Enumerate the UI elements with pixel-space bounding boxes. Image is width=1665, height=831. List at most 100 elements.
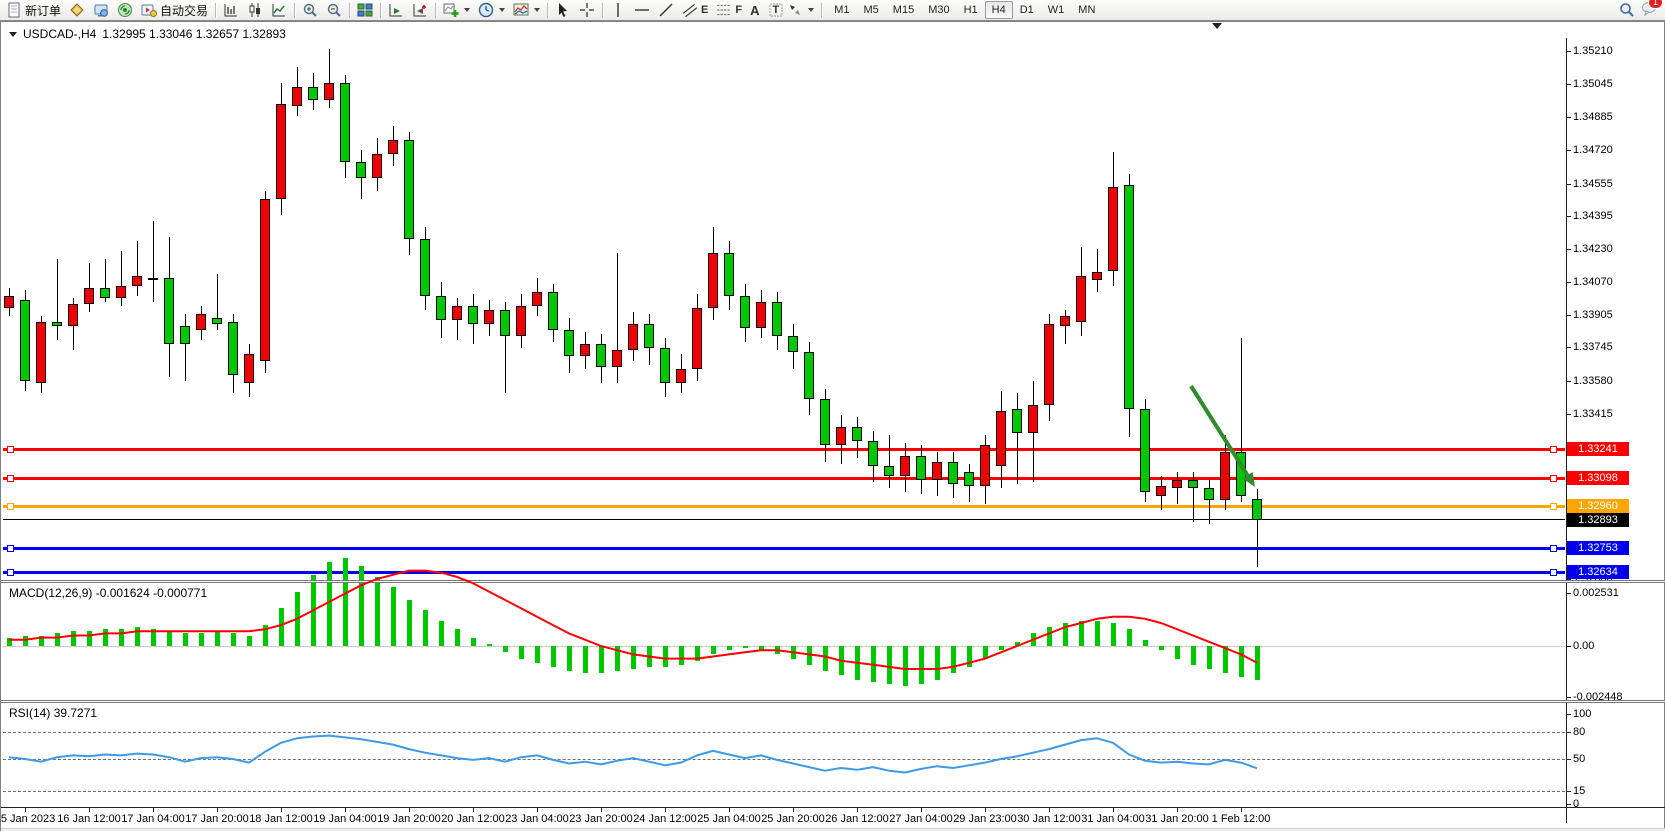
horizontal-line-object[interactable] xyxy=(3,519,1565,520)
candle-body xyxy=(404,140,414,239)
macd-histogram-bar xyxy=(7,638,12,646)
rsi-axis-label: 0 xyxy=(1573,798,1579,810)
line-endpoint-marker[interactable] xyxy=(1550,503,1557,510)
line-chart-button[interactable] xyxy=(267,1,291,20)
timeframe-button-m1[interactable]: M1 xyxy=(827,1,856,19)
price-axis-label: 1.34070 xyxy=(1573,276,1613,288)
main-toolbar: 新订单 自动交易 xyxy=(0,0,1665,21)
candle-body xyxy=(756,302,766,328)
candle-body xyxy=(788,336,798,352)
timeframe-button-m5[interactable]: M5 xyxy=(857,1,886,19)
macd-histogram-bar xyxy=(679,646,684,665)
price-axis-label: 1.34230 xyxy=(1573,243,1613,255)
market-watch-button[interactable] xyxy=(65,1,89,20)
macd-histogram-bar xyxy=(471,638,476,646)
horizontal-line-object[interactable] xyxy=(3,505,1565,508)
fibonacci-button[interactable]: F xyxy=(712,1,746,20)
toolbar-separator xyxy=(821,3,822,18)
macd-histogram-bar xyxy=(215,631,220,646)
macd-histogram-bar xyxy=(903,646,908,686)
line-endpoint-marker[interactable] xyxy=(1550,569,1557,576)
bar-chart-button[interactable] xyxy=(219,1,243,20)
timeframe-button-mn[interactable]: MN xyxy=(1071,1,1102,19)
time-axis-label: 24 Jan 12:00 xyxy=(633,813,697,825)
chart-panes[interactable]: 1.352101.350451.348851.347201.345551.343… xyxy=(1,22,1664,830)
signals-button[interactable] xyxy=(113,1,137,20)
new-order-button[interactable]: 新订单 xyxy=(2,1,65,20)
tile-windows-icon xyxy=(357,2,373,18)
crosshair-button[interactable] xyxy=(575,1,599,20)
rsi-label: RSI(14) 39.7271 xyxy=(9,706,97,720)
timeframe-button-h4[interactable]: H4 xyxy=(985,1,1013,19)
horizontal-line-object[interactable] xyxy=(3,547,1565,550)
line-endpoint-marker[interactable] xyxy=(7,545,14,552)
toolbar-separator xyxy=(547,3,548,18)
horizontal-line-object[interactable] xyxy=(3,448,1565,451)
chevron-down-icon xyxy=(534,8,540,12)
periods-button[interactable] xyxy=(474,1,509,20)
mt4-terminal: 新订单 自动交易 xyxy=(0,0,1665,831)
horizontal-line-button[interactable] xyxy=(630,1,654,20)
candle-body xyxy=(772,302,782,336)
timeframe-button-d1[interactable]: D1 xyxy=(1013,1,1041,19)
chart-window[interactable]: USDCAD-,H4 1.32995 1.33046 1.32657 1.328… xyxy=(0,21,1665,831)
candle-body xyxy=(644,324,654,348)
candlestick-chart-button[interactable] xyxy=(243,1,267,20)
timeframe-button-w1[interactable]: W1 xyxy=(1041,1,1072,19)
rsi-pane-separator[interactable] xyxy=(1,700,1665,703)
horizontal-line-object[interactable] xyxy=(3,477,1565,480)
time-axis-label: 19 Jan 20:00 xyxy=(377,813,441,825)
price-axis-label: 1.34555 xyxy=(1573,178,1613,190)
vertical-line-button[interactable] xyxy=(606,1,630,20)
macd-histogram-bar xyxy=(199,633,204,646)
expert-advisors-button[interactable] xyxy=(89,1,113,20)
macd-histogram-bar xyxy=(551,646,556,667)
toolbar-separator xyxy=(435,3,436,18)
timeframe-button-h1[interactable]: H1 xyxy=(957,1,985,19)
price-axis-label: 1.33905 xyxy=(1573,309,1613,321)
candle-body xyxy=(228,322,238,375)
macd-pane-separator[interactable] xyxy=(1,580,1665,583)
time-axis-label: 15 Jan 2023 xyxy=(0,813,55,825)
trendline-icon xyxy=(658,2,674,18)
search-icon[interactable] xyxy=(1619,2,1635,18)
zoom-in-button[interactable] xyxy=(298,1,322,20)
candle-body xyxy=(260,199,270,361)
chevron-down-icon xyxy=(499,8,505,12)
timeframe-button-m15[interactable]: M15 xyxy=(886,1,921,19)
line-endpoint-marker[interactable] xyxy=(7,475,14,482)
templates-button[interactable] xyxy=(509,1,544,20)
chart-shift-button[interactable] xyxy=(408,1,432,20)
macd-histogram-bar xyxy=(951,646,956,673)
macd-name: MACD(12,26,9) xyxy=(9,586,92,600)
line-endpoint-marker[interactable] xyxy=(1550,475,1557,482)
line-endpoint-marker[interactable] xyxy=(7,503,14,510)
vertical-line-icon xyxy=(610,2,626,18)
equidistant-channel-button[interactable]: E xyxy=(678,1,712,20)
indicators-button[interactable] xyxy=(439,1,474,20)
line-endpoint-marker[interactable] xyxy=(7,446,14,453)
text-label-button[interactable]: T xyxy=(764,1,784,20)
price-axis-label: 1.34720 xyxy=(1573,144,1613,156)
text-button[interactable]: A xyxy=(746,1,763,20)
timeframe-button-m30[interactable]: M30 xyxy=(921,1,956,19)
macd-histogram-bar xyxy=(1063,623,1068,646)
auto-scroll-button[interactable] xyxy=(384,1,408,20)
line-endpoint-marker[interactable] xyxy=(7,569,14,576)
price-line-tag: 1.32893 xyxy=(1567,513,1629,527)
horizontal-line-object[interactable] xyxy=(3,571,1565,574)
zoom-out-button[interactable] xyxy=(322,1,346,20)
rsi-level-line xyxy=(3,732,1565,733)
macd-histogram-bar xyxy=(1239,646,1244,677)
trendline-button[interactable] xyxy=(654,1,678,20)
arrows-button[interactable] xyxy=(783,1,818,20)
autotrading-button[interactable]: 自动交易 xyxy=(137,1,212,20)
candle-body xyxy=(900,456,910,476)
cursor-button[interactable] xyxy=(551,1,575,20)
macd-histogram-bar xyxy=(343,558,348,646)
notifications-button[interactable]: 1 xyxy=(1641,0,1657,21)
line-endpoint-marker[interactable] xyxy=(1550,446,1557,453)
tile-windows-button[interactable] xyxy=(353,1,377,20)
time-axis-label: 19 Jan 04:00 xyxy=(313,813,377,825)
line-endpoint-marker[interactable] xyxy=(1550,545,1557,552)
